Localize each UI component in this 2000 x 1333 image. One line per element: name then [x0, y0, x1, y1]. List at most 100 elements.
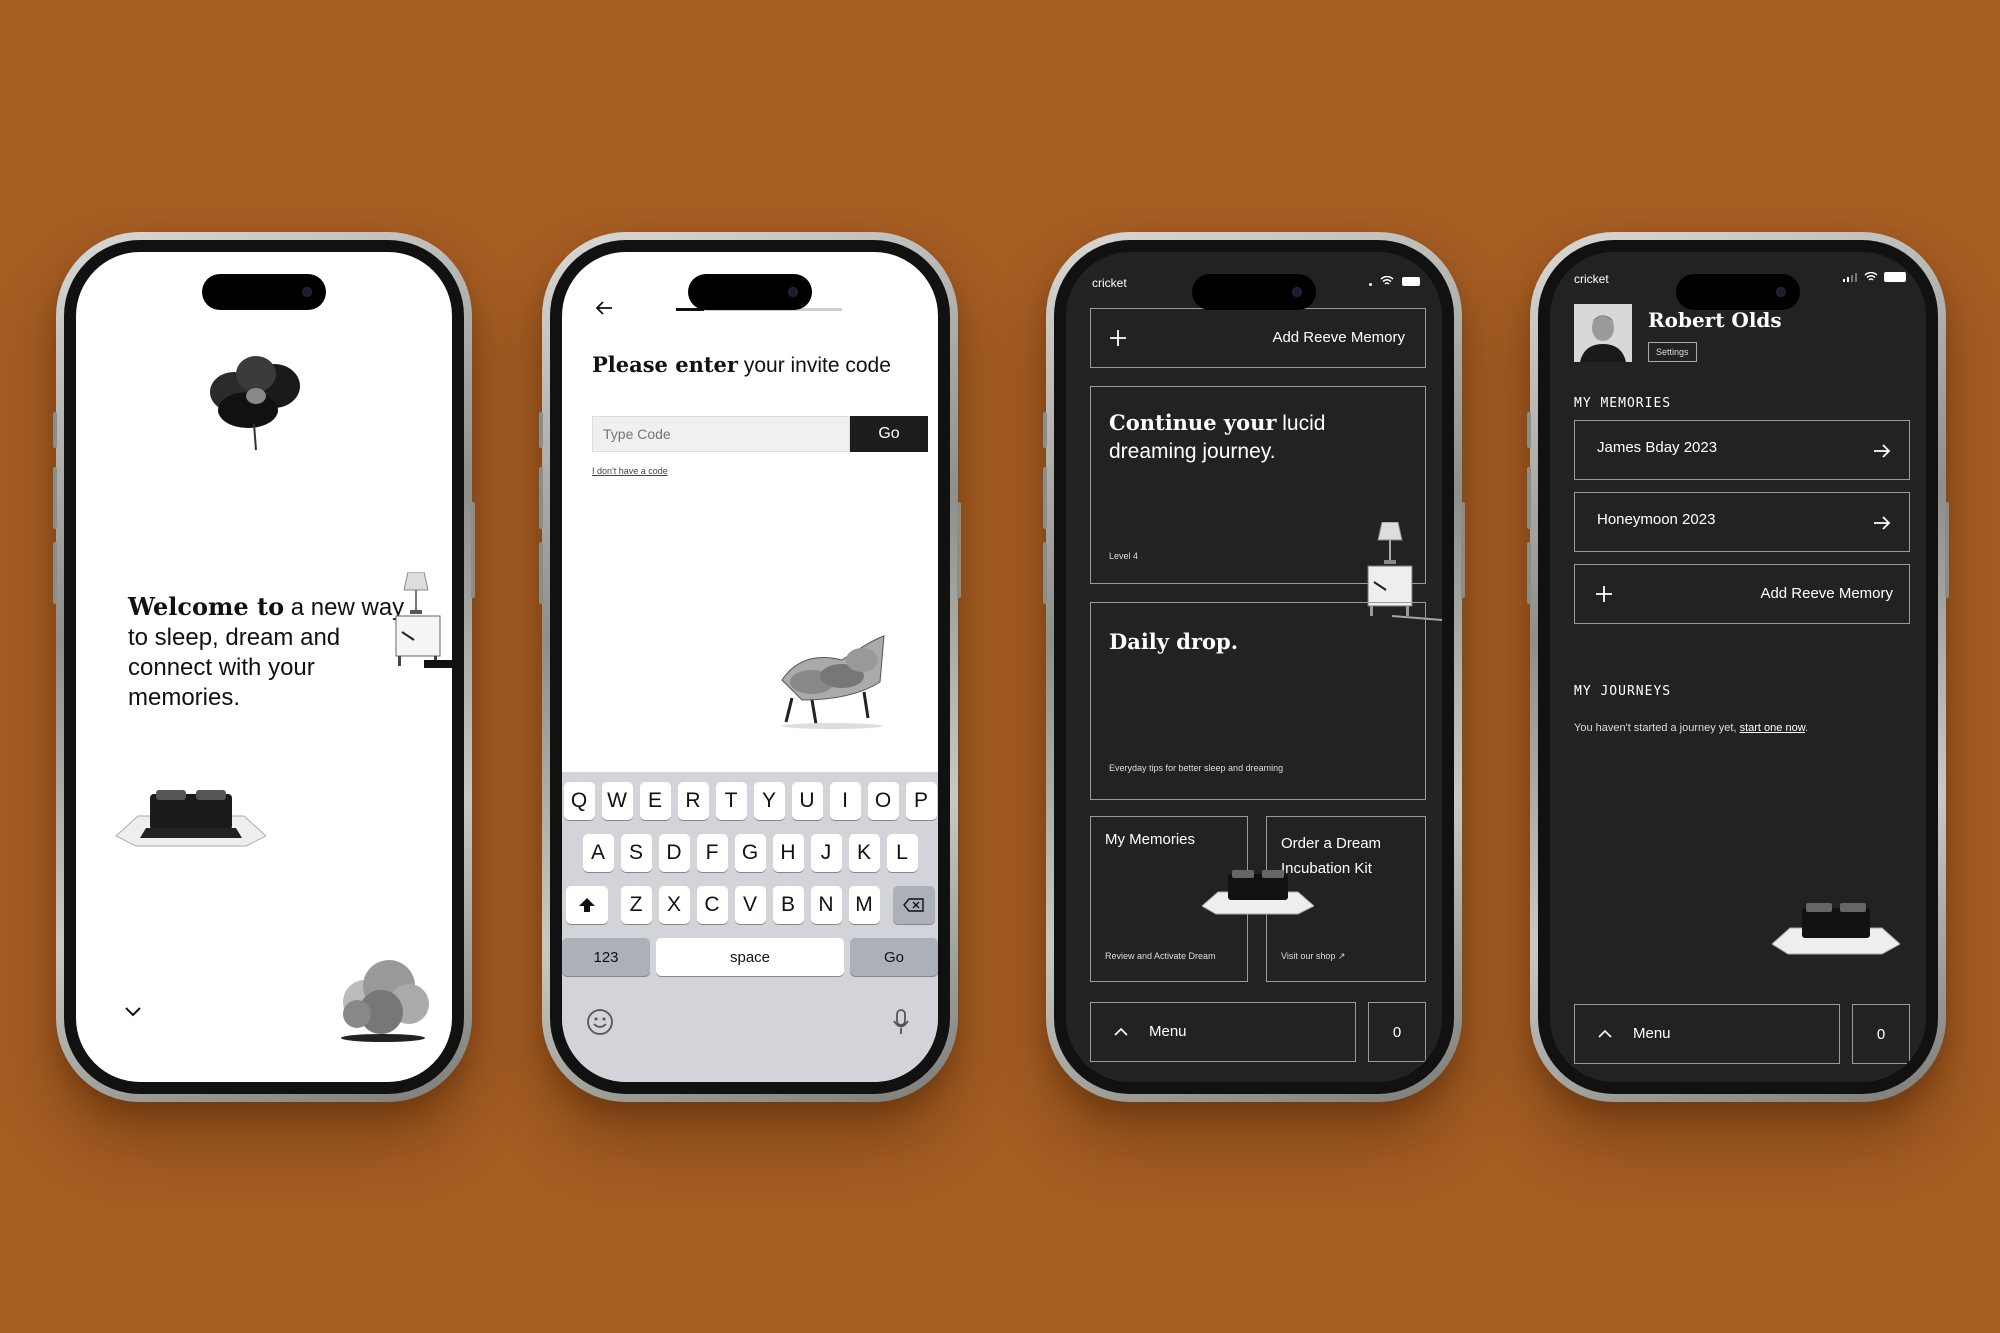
- key-j[interactable]: J: [810, 834, 842, 872]
- side-button: [1461, 502, 1465, 598]
- bed-illustration: [116, 790, 266, 847]
- key-p[interactable]: P: [905, 782, 937, 820]
- side-button: [539, 467, 543, 529]
- daily-drop-card[interactable]: Daily drop. Everyday tips for better sle…: [1090, 602, 1426, 800]
- keyboard-go-key[interactable]: Go: [850, 938, 938, 976]
- settings-button[interactable]: Settings: [1648, 342, 1697, 362]
- order-kit-sub: Visit our shop ↗: [1281, 951, 1346, 961]
- key-i[interactable]: I: [829, 782, 861, 820]
- key-t[interactable]: T: [715, 782, 747, 820]
- menu-button[interactable]: Menu: [1574, 1004, 1840, 1064]
- key-e[interactable]: E: [639, 782, 671, 820]
- shift-icon: [578, 898, 595, 912]
- my-memories-sub: Review and Activate Dream: [1105, 951, 1216, 961]
- journeys-text: You haven't started a journey yet, start…: [1574, 722, 1808, 734]
- key-c[interactable]: C: [696, 886, 728, 924]
- bezel: cricket Robert Olds Settings MY MEMORIES…: [1538, 240, 1938, 1094]
- invite-code-input[interactable]: [592, 416, 850, 452]
- phone-dashboard: cricket Add Reeve Memory Continue your l…: [1043, 232, 1465, 1102]
- cart-button[interactable]: 0: [1368, 1002, 1426, 1062]
- key-b[interactable]: B: [772, 886, 804, 924]
- key-x[interactable]: X: [658, 886, 690, 924]
- avatar[interactable]: [1574, 304, 1632, 362]
- key-k[interactable]: K: [848, 834, 880, 872]
- memory-item[interactable]: Honeymoon 2023: [1574, 492, 1910, 552]
- menu-label: Menu: [1149, 1023, 1187, 1040]
- start-journey-link[interactable]: start one now: [1740, 722, 1805, 734]
- add-memory-button[interactable]: Add Reeve Memory: [1090, 308, 1426, 368]
- status-icons: [1842, 272, 1906, 282]
- dynamic-island: [202, 274, 326, 310]
- chevron-down-icon[interactable]: [124, 1006, 142, 1018]
- menu-button[interactable]: Menu: [1090, 1002, 1356, 1062]
- side-button: [53, 542, 57, 604]
- screen: cricket Add Reeve Memory Continue your l…: [1066, 252, 1442, 1082]
- key-r[interactable]: R: [677, 782, 709, 820]
- cloud-illustration: [341, 960, 429, 1042]
- daily-title: Daily drop.: [1109, 629, 1239, 654]
- key-v[interactable]: V: [734, 886, 766, 924]
- memory-item-label: Honeymoon 2023: [1597, 511, 1716, 528]
- screen: Welcome to a new way to sleep, dream and…: [76, 252, 452, 1082]
- space-key[interactable]: space: [656, 938, 844, 976]
- backspace-icon: [902, 898, 924, 912]
- key-m[interactable]: M: [848, 886, 880, 924]
- side-button: [53, 467, 57, 529]
- key-z[interactable]: Z: [620, 886, 652, 924]
- plus-icon: [1110, 330, 1126, 346]
- wifi-icon: [1380, 276, 1394, 285]
- key-g[interactable]: G: [734, 834, 766, 872]
- add-memory-button[interactable]: Add Reeve Memory: [1574, 564, 1910, 624]
- key-w[interactable]: W: [601, 782, 633, 820]
- battery-icon: [1402, 276, 1420, 286]
- menu-label: Menu: [1633, 1025, 1671, 1042]
- key-u[interactable]: U: [791, 782, 823, 820]
- key-h[interactable]: H: [772, 834, 804, 872]
- delete-key[interactable]: [892, 886, 935, 924]
- dynamic-island: [688, 274, 812, 310]
- side-button: [1527, 412, 1531, 448]
- status-icons: [1369, 276, 1420, 286]
- key-y[interactable]: Y: [753, 782, 785, 820]
- keyboard-letter-group: ZXCVBNM: [620, 886, 880, 924]
- key-n[interactable]: N: [810, 886, 842, 924]
- shift-key[interactable]: [565, 886, 608, 924]
- nightstand-lamp-illustration: [395, 572, 452, 668]
- code-entry-row: Go: [592, 416, 928, 452]
- key-f[interactable]: F: [696, 834, 728, 872]
- screen: Please enter your invite code Go I don't…: [562, 252, 938, 1082]
- journey-title: Continue your lucid dreaming journey.: [1109, 409, 1339, 466]
- welcome-bold: Welcome to: [128, 592, 285, 621]
- signal-bars-icon: [1843, 273, 1857, 282]
- keyboard-row-4: 123 space Go: [562, 938, 938, 976]
- keyboard-row-3: ZXCVBNM: [562, 886, 938, 924]
- welcome-text: Welcome to a new way to sleep, dream and…: [128, 592, 408, 713]
- side-button: [957, 502, 961, 598]
- journeys-message: You haven't started a journey yet,: [1574, 722, 1740, 734]
- bezel: cricket Add Reeve Memory Continue your l…: [1054, 240, 1454, 1094]
- dynamic-island: [1676, 274, 1800, 310]
- numbers-key[interactable]: 123: [562, 938, 650, 976]
- key-q[interactable]: Q: [563, 782, 595, 820]
- key-s[interactable]: S: [620, 834, 652, 872]
- key-d[interactable]: D: [658, 834, 690, 872]
- side-button: [1945, 502, 1949, 598]
- plus-icon: [1596, 586, 1612, 602]
- memory-item[interactable]: James Bday 2023: [1574, 420, 1910, 480]
- emoji-icon[interactable]: [586, 1008, 614, 1036]
- key-o[interactable]: O: [867, 782, 899, 820]
- keyboard-row-2: ASDFGHJKL: [562, 834, 938, 872]
- microphone-icon[interactable]: [892, 1008, 910, 1036]
- cart-button[interactable]: 0: [1852, 1004, 1910, 1064]
- wifi-icon: [1864, 272, 1878, 281]
- go-button[interactable]: Go: [850, 416, 928, 452]
- memories-heading: MY MEMORIES: [1574, 396, 1672, 411]
- key-l[interactable]: L: [886, 834, 918, 872]
- side-button: [471, 502, 475, 598]
- back-arrow-icon[interactable]: [594, 300, 614, 316]
- side-button: [1527, 467, 1531, 529]
- journeys-period: .: [1805, 722, 1809, 734]
- key-a[interactable]: A: [582, 834, 614, 872]
- no-code-link[interactable]: I don't have a code: [592, 466, 668, 476]
- add-memory-label: Add Reeve Memory: [1272, 329, 1405, 346]
